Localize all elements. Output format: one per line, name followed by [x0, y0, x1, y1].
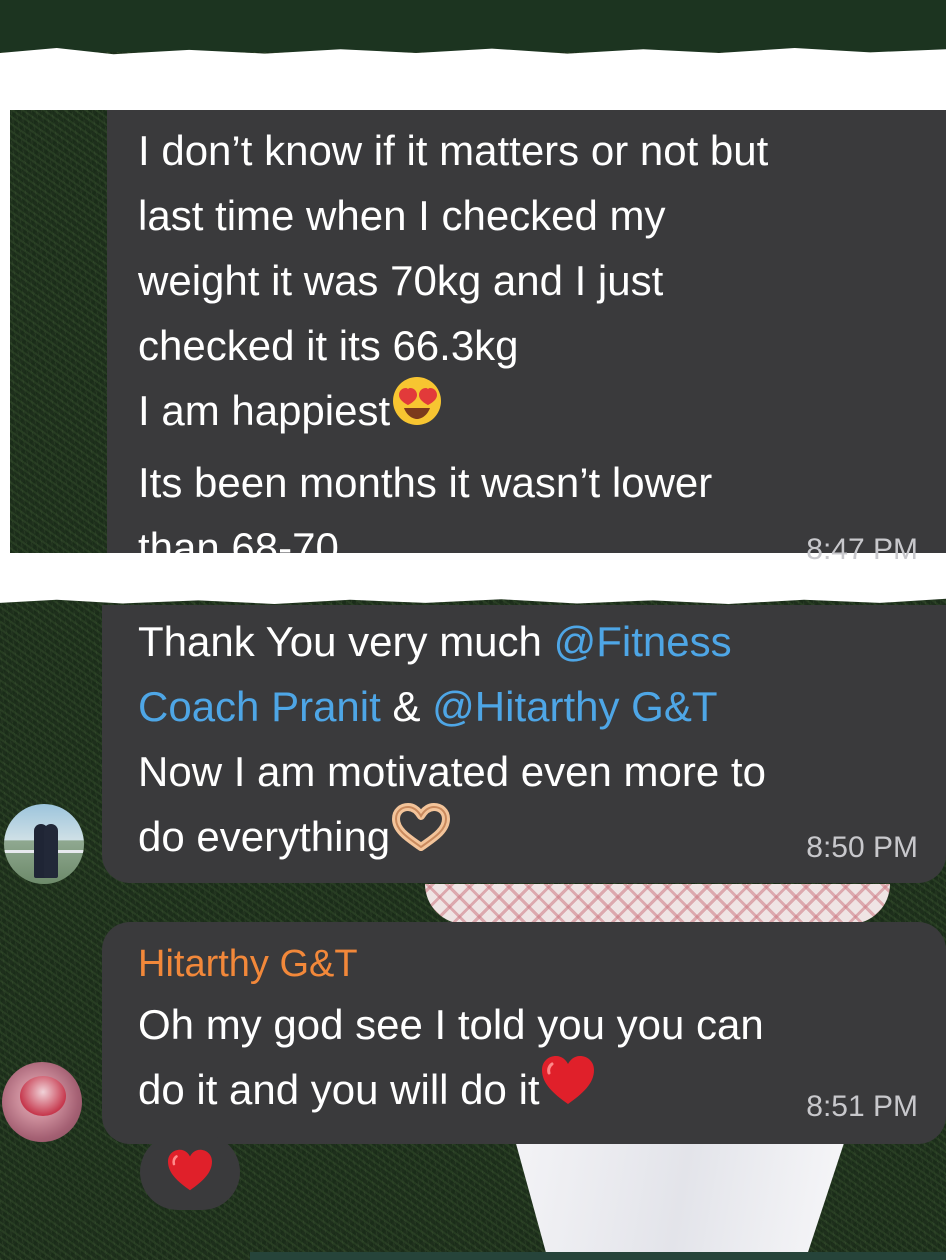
message-text-segment: Thank You very much: [138, 618, 554, 665]
top-dark-strip: [0, 0, 946, 52]
message-text: Oh my god see I told you you can do it a…: [138, 992, 916, 1128]
message-text: I don’t know if it matters or not but la…: [138, 118, 916, 580]
reaction-badge[interactable]: [140, 1134, 240, 1210]
mention-hitarthy[interactable]: @Hitarthy G&T: [432, 683, 717, 730]
message-bubble-hitarthy[interactable]: Hitarthy G&T Oh my god see I told you yo…: [102, 922, 946, 1144]
avatar[interactable]: [2, 1062, 82, 1142]
message-text-part: Oh my god see I told you you can do it a…: [138, 1001, 764, 1113]
torn-paper-band-top: [0, 48, 946, 110]
message-timestamp: 8:47 PM: [806, 533, 918, 566]
avatar-bride-figure: [20, 1076, 66, 1116]
avatar-person: [44, 824, 58, 878]
lace-cloth-background: [425, 884, 890, 924]
red-heart-icon: [166, 1148, 214, 1197]
heart-eyes-icon: [390, 374, 444, 446]
message-text-part-1: I don’t know if it matters or not but la…: [138, 127, 769, 435]
message-text-part-2: Its been months it wasn’t lower than 68-…: [138, 459, 713, 571]
message-bubble-thank-you[interactable]: Thank You very much @Fitness Coach Prani…: [102, 605, 946, 883]
message-timestamp: 8:50 PM: [806, 831, 918, 864]
message-text: Thank You very much @Fitness Coach Prani…: [138, 609, 916, 873]
red-heart-icon: [540, 1054, 596, 1124]
heart-hands-icon: [390, 802, 452, 869]
bottom-edge-line: [250, 1252, 946, 1260]
screenshot-left-edge: [0, 110, 10, 553]
white-cloth-background: [515, 1140, 845, 1260]
message-bubble-weight-update[interactable]: I don’t know if it matters or not but la…: [107, 110, 946, 571]
avatar[interactable]: [4, 804, 84, 884]
sender-name[interactable]: Hitarthy G&T: [138, 940, 916, 988]
message-text-segment: &: [380, 683, 433, 730]
message-timestamp: 8:51 PM: [806, 1090, 918, 1123]
